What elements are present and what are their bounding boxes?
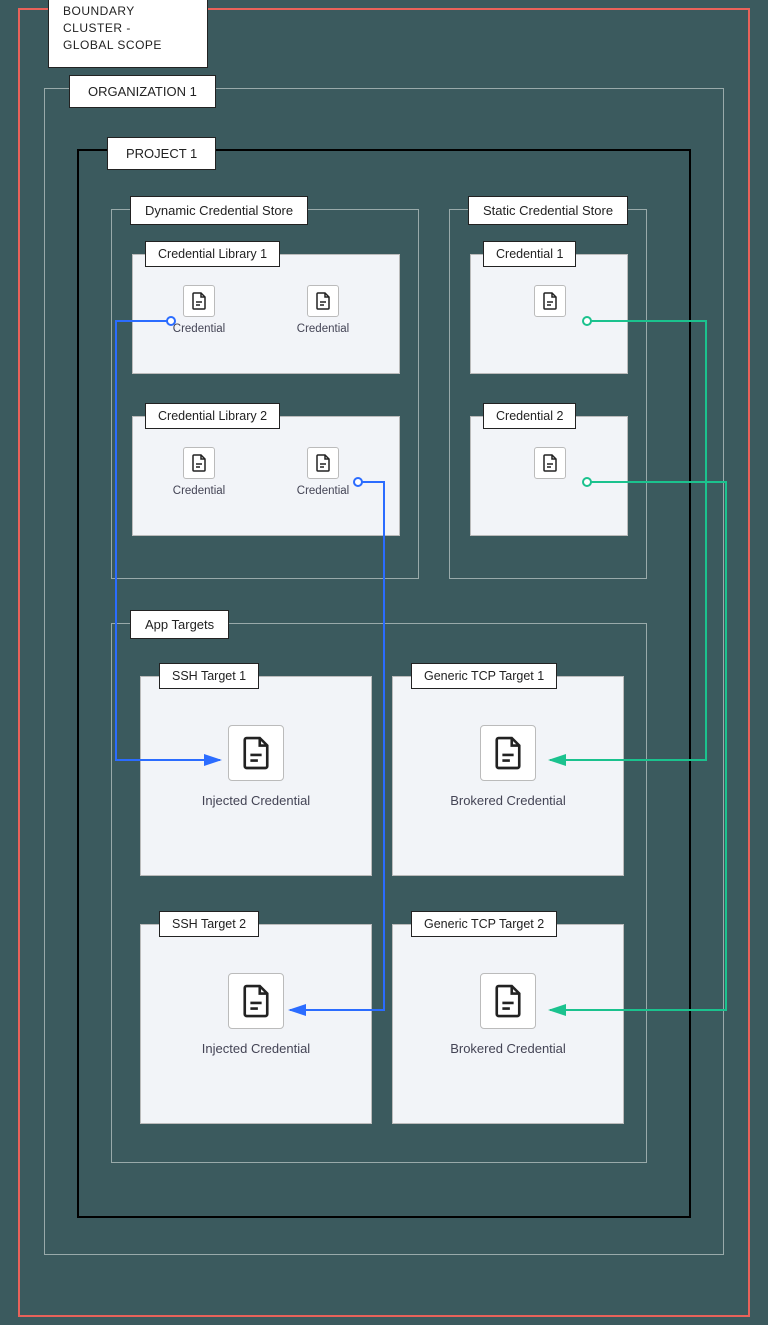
- app-targets: App Targets SSH Target 1 Injected Creden…: [111, 623, 647, 1163]
- static-credential-store: Static Credential Store Credential 1 Cre…: [449, 209, 647, 579]
- global-title-line1: BOUNDARY CLUSTER -: [63, 4, 135, 35]
- document-icon: [534, 447, 566, 479]
- lib1-title: Credential Library 1: [145, 241, 280, 267]
- document-icon: [183, 285, 215, 317]
- tcp2-title: Generic TCP Target 2: [411, 911, 557, 937]
- credential-library-1: Credential Library 1 Credential Credenti…: [132, 254, 400, 374]
- lib2-credential-a: Credential: [159, 447, 239, 497]
- project-scope: PROJECT 1 Dynamic Credential Store Crede…: [77, 149, 691, 1218]
- ssh2-credential-label: Injected Credential: [141, 1041, 371, 1056]
- dynamic-credential-store: Dynamic Credential Store Credential Libr…: [111, 209, 419, 579]
- boundary-cluster-global-scope: BOUNDARY CLUSTER - GLOBAL SCOPE ORGANIZA…: [18, 8, 750, 1317]
- document-icon: [534, 285, 566, 317]
- organization-title: ORGANIZATION 1: [69, 75, 216, 108]
- document-icon: [183, 447, 215, 479]
- cred2-item: [510, 447, 590, 485]
- global-scope-title: BOUNDARY CLUSTER - GLOBAL SCOPE: [48, 0, 208, 68]
- static-credential-2: Credential 2: [470, 416, 628, 536]
- ssh-target-2: SSH Target 2 Injected Credential: [140, 924, 372, 1124]
- tcp1-title: Generic TCP Target 1: [411, 663, 557, 689]
- credential-library-2: Credential Library 2 Credential Credenti…: [132, 416, 400, 536]
- credential-label: Credential: [283, 485, 363, 497]
- ssh1-title: SSH Target 1: [159, 663, 259, 689]
- ssh2-title: SSH Target 2: [159, 911, 259, 937]
- credential-label: Credential: [283, 323, 363, 335]
- cred1-item: [510, 285, 590, 323]
- document-icon: [228, 725, 284, 781]
- lib1-credential-a: Credential: [159, 285, 239, 335]
- global-title-line2: GLOBAL SCOPE: [63, 38, 162, 52]
- app-targets-title: App Targets: [130, 610, 229, 639]
- document-icon: [480, 725, 536, 781]
- document-icon: [307, 447, 339, 479]
- organization-scope: ORGANIZATION 1 PROJECT 1 Dynamic Credent…: [44, 88, 724, 1255]
- document-icon: [480, 973, 536, 1029]
- ssh-target-1: SSH Target 1 Injected Credential: [140, 676, 372, 876]
- project-title: PROJECT 1: [107, 137, 216, 170]
- ssh1-credential-label: Injected Credential: [141, 793, 371, 808]
- tcp2-credential-label: Brokered Credential: [393, 1041, 623, 1056]
- generic-tcp-target-1: Generic TCP Target 1 Brokered Credential: [392, 676, 624, 876]
- static-credential-1: Credential 1: [470, 254, 628, 374]
- generic-tcp-target-2: Generic TCP Target 2 Brokered Credential: [392, 924, 624, 1124]
- credential-label: Credential: [159, 323, 239, 335]
- lib2-credential-b: Credential: [283, 447, 363, 497]
- static-store-title: Static Credential Store: [468, 196, 628, 225]
- tcp1-credential-label: Brokered Credential: [393, 793, 623, 808]
- cred1-title: Credential 1: [483, 241, 576, 267]
- cred2-title: Credential 2: [483, 403, 576, 429]
- dynamic-store-title: Dynamic Credential Store: [130, 196, 308, 225]
- lib2-title: Credential Library 2: [145, 403, 280, 429]
- document-icon: [307, 285, 339, 317]
- credential-label: Credential: [159, 485, 239, 497]
- lib1-credential-b: Credential: [283, 285, 363, 335]
- document-icon: [228, 973, 284, 1029]
